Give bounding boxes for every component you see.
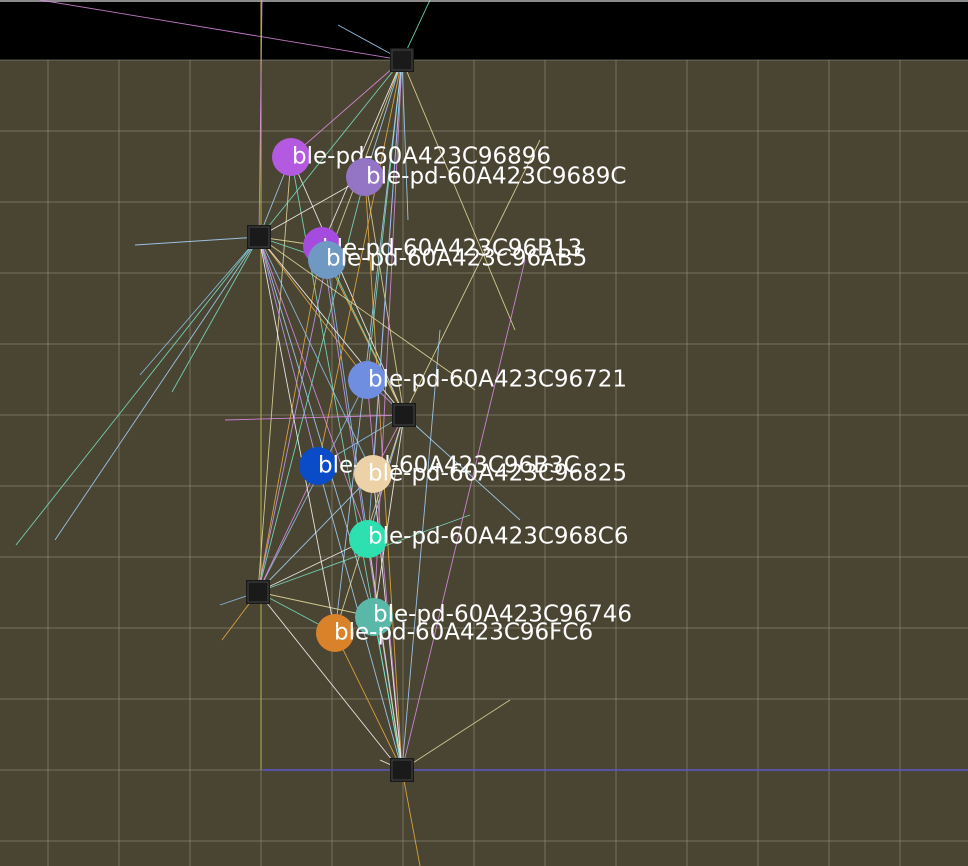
anchor-bottom[interactable] [390,758,414,782]
tag-label: ble-pd-60A423C9689C [366,164,627,190]
anchor-icon [392,403,416,427]
tag-marker[interactable]: ble-pd-60A423C968C6 [349,520,629,558]
signal-ray [373,414,405,618]
floor-plan-canvas[interactable]: ble-pd-60A423C96896ble-pd-60A423C9689Cbl… [0,0,968,866]
signal-ray [258,236,319,467]
tag-label: ble-pd-60A423C96721 [368,367,627,393]
tag-marker[interactable]: ble-pd-60A423C96721 [348,361,627,399]
signal-ray-lines [15,0,541,866]
tag-label: ble-pd-60A423C96FC6 [334,620,593,646]
signal-ray [401,59,516,331]
tag-label: ble-pd-60A423C96AB5 [326,246,587,272]
signal-ray [401,329,441,771]
tag-marker[interactable]: ble-pd-60A423C96FC6 [316,614,593,652]
tag-label: ble-pd-60A423C968C6 [368,524,629,550]
signal-ray [139,236,260,376]
signal-ray [15,236,260,546]
signal-ray [54,236,260,541]
signal-ray [401,769,421,866]
anchor-icon [390,48,414,72]
signal-ray [171,236,260,393]
anchor-icon [390,758,414,782]
anchor-icon [246,580,270,604]
signal-ray [258,236,375,618]
anchor-left-lower[interactable] [246,580,270,604]
tag-marker[interactable]: ble-pd-60A423C96825 [354,455,627,493]
signal-ray [134,236,260,246]
anchor-middle[interactable] [392,403,416,427]
anchor-top[interactable] [390,48,414,72]
anchor-left-upper[interactable] [247,225,271,249]
tags-layer: ble-pd-60A423C96896ble-pd-60A423C9689Cbl… [272,138,632,652]
signal-ray [401,699,511,771]
tag-label: ble-pd-60A423C96825 [368,461,627,487]
signal-ray [401,259,526,771]
anchor-icon [247,225,271,249]
